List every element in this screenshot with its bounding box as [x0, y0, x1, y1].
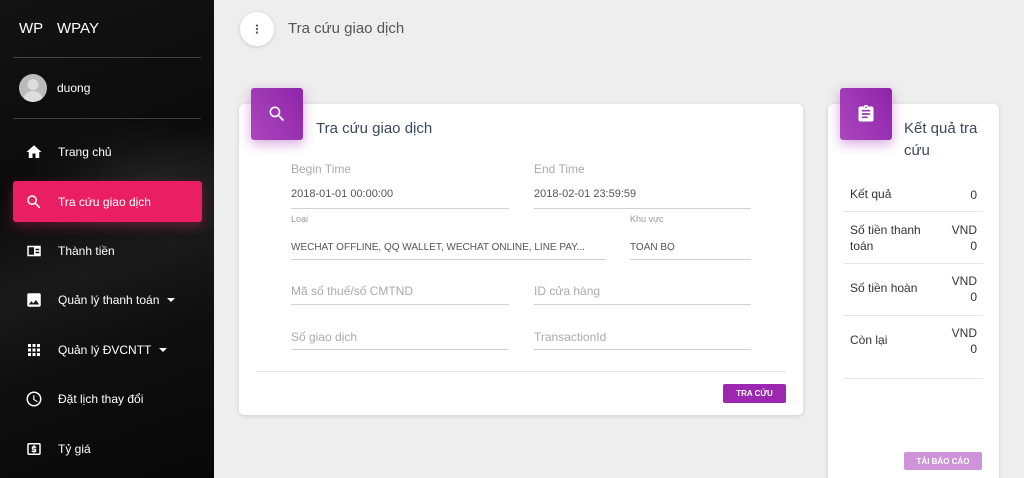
field-underline — [291, 349, 509, 350]
tax-id-input[interactable]: Mã số thuế/số CMTND — [291, 276, 509, 306]
transaction-number-placeholder: Số giao dịch — [291, 330, 358, 344]
sidebar-item-merchant-management[interactable]: Quản lý ĐVCNTT — [13, 329, 202, 370]
user-name: duong — [57, 81, 91, 95]
result-card: Kết quả tra cứu Kết quả 0 Số tiền thanh … — [828, 88, 999, 478]
image-icon — [25, 291, 43, 309]
result-currency: VND — [951, 223, 977, 237]
result-value: VND 0 — [952, 222, 977, 254]
card-header-icon — [251, 88, 303, 140]
sidebar-item-label: Tra cứu giao dịch — [58, 194, 151, 209]
field-underline — [291, 208, 509, 209]
result-currency: VND — [951, 326, 977, 340]
transaction-id-placeholder: TransactionId — [534, 330, 607, 344]
end-time-field[interactable]: End Time 2018-02-01 23:59:59 — [534, 162, 751, 210]
clock-icon — [25, 390, 43, 408]
sidebar-item-home[interactable]: Trang chủ — [13, 131, 202, 172]
clipboard-icon — [858, 104, 874, 122]
sidebar-item-amount[interactable]: Thành tiền — [13, 230, 202, 271]
field-underline — [534, 208, 751, 209]
sidebar: WP WPAY duong Trang chủ Tra cứu giao dịc… — [0, 0, 214, 478]
search-button[interactable]: TRA CỨU — [723, 384, 786, 403]
brand-logo[interactable]: WP WPAY — [0, 0, 214, 57]
caret-down-icon — [159, 347, 168, 352]
result-amount: 0 — [970, 290, 977, 304]
type-label: Loại — [291, 214, 309, 224]
download-report-button[interactable]: TẢI BÁO CÁO — [904, 452, 982, 470]
result-amount: 0 — [970, 342, 977, 356]
store-id-input[interactable]: ID cửa hàng — [534, 276, 751, 306]
result-label: Kết quả — [850, 187, 892, 201]
result-row-total: Kết quả 0 — [844, 184, 983, 212]
result-label: Số tiền thanh toán — [850, 222, 921, 254]
result-currency: VND — [951, 274, 977, 288]
sidebar-item-label: Thành tiền — [58, 243, 115, 258]
end-time-value[interactable]: 2018-02-01 23:59:59 — [534, 188, 751, 200]
brand-name: WPAY — [57, 20, 99, 37]
end-time-label: End Time — [534, 162, 585, 176]
result-row-paid-amount: Số tiền thanh toán VND 0 — [844, 212, 983, 264]
begin-time-value[interactable]: 2018-01-01 00:00:00 — [291, 188, 509, 200]
field-underline — [630, 259, 751, 260]
sidebar-item-schedule-change[interactable]: Đặt lịch thay đổi — [13, 378, 202, 419]
sidebar-item-label: Quản lý thanh toán — [58, 292, 160, 307]
store-id-placeholder: ID cửa hàng — [534, 284, 601, 298]
result-label-line: Số tiền thanh — [850, 223, 921, 237]
receipt-icon — [25, 242, 43, 260]
sidebar-item-label: Quản lý ĐVCNTT — [58, 342, 152, 357]
home-icon — [25, 143, 43, 161]
sidebar-item-payment-management[interactable]: Quản lý thanh toán — [13, 279, 202, 320]
type-value[interactable]: WECHAT OFFLINE, QQ WALLET, WECHAT ONLINE… — [291, 242, 603, 253]
search-icon — [269, 106, 285, 122]
result-value: 0 — [970, 188, 977, 202]
card-divider — [256, 371, 786, 372]
brand-mini: WP — [19, 20, 44, 37]
field-underline — [534, 349, 751, 350]
sidebar-item-label: Tỷ giá — [58, 441, 91, 456]
field-underline — [534, 304, 751, 305]
region-label: Khu vực — [630, 214, 664, 224]
region-select[interactable]: Khu vực TOÀN BỘ — [630, 214, 751, 262]
avatar — [19, 74, 47, 102]
search-icon — [25, 193, 43, 211]
sidebar-item-label: Trang chủ — [58, 144, 112, 159]
page-title: Tra cứu giao dịch — [288, 20, 405, 37]
sidebar-item-exchange-rate[interactable]: Tỷ giá — [13, 428, 202, 469]
region-value[interactable]: TOÀN BỘ — [630, 242, 675, 253]
transaction-id-input[interactable]: TransactionId — [534, 322, 751, 352]
search-card: Tra cứu giao dịch Begin Time 2018-01-01 … — [239, 88, 803, 415]
sidebar-item-transaction-search[interactable]: Tra cứu giao dịch — [13, 181, 202, 222]
result-amount: 0 — [970, 239, 977, 253]
apps-icon — [25, 341, 43, 359]
result-row-remaining: Còn lại VND 0 — [844, 316, 983, 379]
card-header-icon — [840, 88, 892, 140]
user-profile[interactable]: duong — [0, 57, 214, 119]
result-row-refund-amount: Số tiền hoàn VND 0 — [844, 264, 983, 316]
sidebar-item-label: Đặt lịch thay đổi — [58, 391, 144, 406]
more-menu-button[interactable] — [240, 12, 274, 46]
caret-down-icon — [167, 297, 176, 302]
card-title-line: Kết quả tra — [904, 120, 978, 137]
sidebar-divider — [13, 118, 201, 119]
card-title-line: cứu — [904, 142, 930, 159]
result-label: Còn lại — [850, 333, 888, 347]
money-icon — [25, 440, 43, 458]
begin-time-field[interactable]: Begin Time 2018-01-01 00:00:00 — [291, 162, 509, 210]
field-underline — [291, 259, 606, 260]
tax-id-placeholder: Mã số thuế/số CMTND — [291, 284, 414, 298]
result-value: VND 0 — [952, 325, 977, 357]
card-title: Kết quả tra cứu — [904, 118, 977, 162]
begin-time-label: Begin Time — [291, 162, 352, 176]
result-value: VND 0 — [952, 273, 977, 305]
card-title: Tra cứu giao dịch — [316, 120, 433, 137]
sidebar-divider — [13, 57, 201, 58]
result-label-line: toán — [850, 239, 874, 253]
more-vert-icon — [255, 24, 259, 34]
type-select[interactable]: Loại WECHAT OFFLINE, QQ WALLET, WECHAT O… — [291, 214, 606, 262]
field-underline — [291, 304, 509, 305]
result-label: Số tiền hoàn — [850, 281, 918, 295]
transaction-number-input[interactable]: Số giao dịch — [291, 322, 509, 352]
